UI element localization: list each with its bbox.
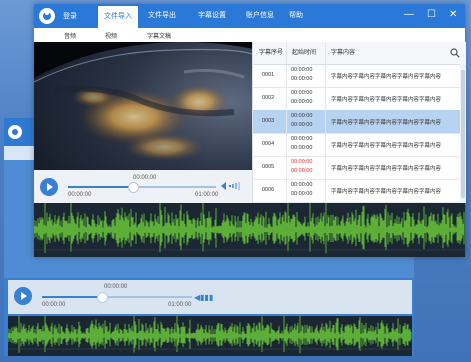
table-row[interactable]: 0002 00:00:00 00:00:00 字幕内容字幕内容字幕内容字幕内容字幕内容 <box>253 87 460 111</box>
row-end-time: 00:00:00 <box>291 145 313 151</box>
row-end-time: 00:00:00 <box>291 191 313 197</box>
row-end-time: 00:00:00 <box>291 168 313 174</box>
background-current-time: 00:00:00 <box>104 284 128 290</box>
row-content: 字幕内容字幕内容字幕内容字幕内容字幕内容 <box>331 97 442 103</box>
row-start-time: 00:00:00 <box>291 90 313 96</box>
maximize-icon[interactable]: ☐ <box>427 9 436 21</box>
background-progress-fill <box>42 296 102 298</box>
table-scrollbar-thumb[interactable] <box>461 70 465 198</box>
table-header <box>253 42 466 65</box>
row-start-time: 00:00:00 <box>291 113 313 119</box>
tab-account-info[interactable]: 账户信息 <box>240 4 280 28</box>
tab-file-export[interactable]: 文件导出 <box>142 4 182 28</box>
audio-waveform[interactable] <box>33 200 465 257</box>
login-link[interactable]: 登录 <box>63 11 77 21</box>
video-preview[interactable] <box>34 42 252 170</box>
row-index: 0003 <box>262 118 275 124</box>
current-time: 00:00:00 <box>133 175 157 181</box>
background-start-time: 00:00:00 <box>42 302 66 308</box>
table-row[interactable]: 0003 00:00:00 00:00:00 字幕内容字幕内容字幕内容字幕内容字幕内容 <box>253 110 460 134</box>
close-icon[interactable]: ✕ <box>449 9 457 21</box>
row-index: 0006 <box>262 187 275 193</box>
row-end-time: 00:00:00 <box>291 122 313 128</box>
row-end-time: 00:00:00 <box>291 99 313 105</box>
play-icon[interactable] <box>14 287 32 305</box>
main-window: 登录 文件导入 文件导出 字幕设置 账户信息 帮助 — ☐ ✕ 音频 视频 字幕… <box>33 4 466 257</box>
title-bar: 登录 文件导入 文件导出 字幕设置 账户信息 帮助 — ☐ ✕ <box>34 4 465 28</box>
waveform-path <box>7 314 412 354</box>
waveform-path <box>33 200 465 254</box>
row-start-time: 00:00:00 <box>291 67 313 73</box>
row-index: 0005 <box>262 164 275 170</box>
header-index: 字幕序号 <box>259 50 284 56</box>
table-row[interactable]: 0005 00:00:00 00:00:00 字幕内容字幕内容字幕内容字幕内容字幕内容 <box>253 156 460 180</box>
progress-knob[interactable] <box>128 182 139 193</box>
background-player-bar: 00:00:00 00:00:00 01:00:00 ◀▮▮▮ <box>8 280 412 314</box>
tab-help[interactable]: 帮助 <box>284 4 308 28</box>
table-row[interactable]: 0004 00:00:00 00:00:00 字幕内容字幕内容字幕内容字幕内容字幕内容 <box>253 133 460 157</box>
row-content: 字幕内容字幕内容字幕内容字幕内容字幕内容 <box>331 120 442 126</box>
minimize-icon[interactable]: — <box>404 9 414 21</box>
end-time: 01:00:00 <box>195 192 219 198</box>
subtitle-table: 字幕序号 起始时间 字幕内容 0001 00:00:00 00:00:00 字幕内容字… <box>252 42 466 203</box>
play-icon[interactable] <box>40 178 58 196</box>
search-icon[interactable] <box>450 48 460 58</box>
row-end-time: 00:00:00 <box>291 76 313 82</box>
row-content: 字幕内容字幕内容字幕内容字幕内容字幕内容 <box>331 166 442 172</box>
subtab-subtitle-script[interactable]: 字幕文稿 <box>147 31 171 40</box>
background-waveform[interactable] <box>7 314 412 356</box>
app-logo-icon <box>8 125 22 139</box>
player-bar: 00:00:00 00:00:00 01:00:00 <box>34 170 252 203</box>
table-row[interactable]: 0001 00:00:00 00:00:00 字幕内容字幕内容字幕内容字幕内容字幕内容 <box>253 64 460 88</box>
row-start-time: 00:00:00 <box>291 136 313 142</box>
header-time: 起始时间 <box>292 50 317 56</box>
row-start-time: 00:00:00 <box>291 182 313 188</box>
earth-night-image <box>34 42 252 170</box>
subtab-audio[interactable]: 音频 <box>64 31 76 40</box>
row-content: 字幕内容字幕内容字幕内容字幕内容字幕内容 <box>331 143 442 149</box>
column-divider <box>286 42 287 203</box>
background-end-time: 01:00:00 <box>168 302 192 308</box>
row-index: 0004 <box>262 141 275 147</box>
table-row[interactable]: 0006 00:00:00 00:00:00 字幕内容字幕内容字幕内容字幕内容字幕内容 <box>253 179 460 203</box>
subtab-video[interactable]: 视频 <box>105 31 117 40</box>
start-time: 00:00:00 <box>68 192 92 198</box>
row-index: 0001 <box>262 72 275 78</box>
tab-subtitle-settings[interactable]: 字幕设置 <box>192 4 232 28</box>
row-start-time: 00:00:00 <box>291 159 313 165</box>
volume-icon[interactable] <box>221 181 245 191</box>
background-window-header <box>4 118 32 146</box>
row-content: 字幕内容字幕内容字幕内容字幕内容字幕内容 <box>331 189 442 195</box>
header-content: 字幕内容 <box>331 50 356 56</box>
sub-toolbar: 音频 视频 字幕文稿 <box>34 28 465 43</box>
row-index: 0002 <box>262 95 275 101</box>
tab-file-import[interactable]: 文件导入 <box>98 6 138 28</box>
row-content: 字幕内容字幕内容字幕内容字幕内容字幕内容 <box>331 74 442 80</box>
app-logo-icon <box>39 8 55 24</box>
volume-icon[interactable]: ◀▮▮▮ <box>194 293 218 303</box>
column-divider <box>325 42 326 203</box>
progress-fill <box>68 186 133 188</box>
background-progress-knob[interactable] <box>97 292 108 303</box>
